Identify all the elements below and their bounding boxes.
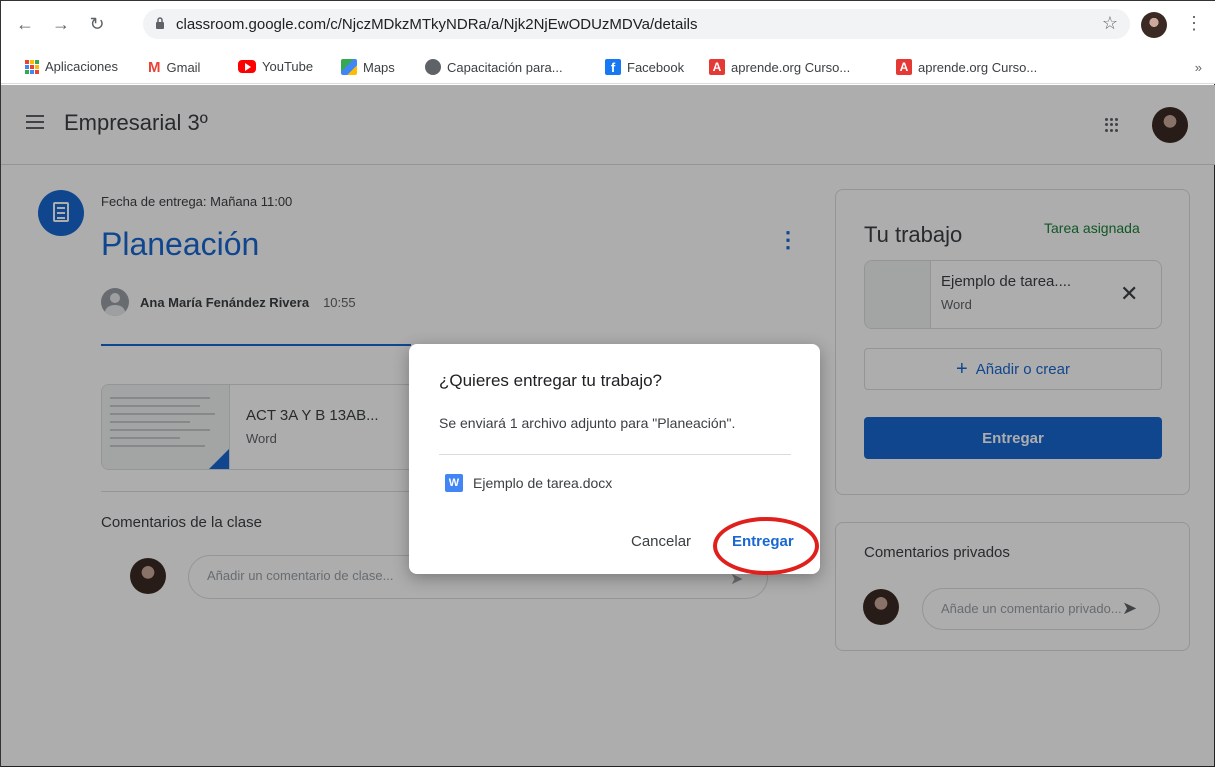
lock-icon (156, 17, 164, 29)
back-icon[interactable]: ← (13, 14, 37, 35)
forward-icon[interactable]: → (49, 14, 73, 35)
dialog-file[interactable]: W Ejemplo de tarea.docx (445, 474, 612, 492)
word-doc-icon: W (445, 474, 463, 492)
facebook-icon: f (605, 59, 621, 75)
bookmark-label: Maps (363, 59, 395, 75)
browser-toolbar: ← → ↻ classroom.google.com/c/NjczMDkzMTk… (1, 1, 1215, 51)
bookmark-label: aprende.org Curso... (918, 59, 1038, 75)
bookmark-aprende-2[interactable]: A aprende.org Curso... (896, 59, 1037, 75)
bookmark-maps[interactable]: Maps (341, 59, 395, 75)
bookmarks-bar: Aplicaciones M Gmail YouTube Maps Capaci… (1, 51, 1215, 84)
bookmark-aprende-1[interactable]: A aprende.org Curso... (709, 59, 850, 75)
highlight-circle (713, 517, 819, 575)
bookmark-facebook[interactable]: f Facebook (605, 59, 684, 75)
bookmark-label: aprende.org Curso... (731, 59, 851, 75)
bookmarks-overflow-icon[interactable]: » (1195, 60, 1202, 75)
bookmark-youtube[interactable]: YouTube (238, 59, 313, 74)
bookmark-capacitacion[interactable]: Capacitación para... (425, 59, 563, 75)
bookmark-label: Facebook (627, 59, 685, 75)
bookmark-star-icon[interactable]: ☆ (1102, 13, 1118, 34)
bookmark-label: Aplicaciones (45, 59, 118, 74)
apps-grid-icon (25, 59, 39, 74)
maps-icon (341, 59, 357, 75)
bookmark-gmail[interactable]: M Gmail (148, 59, 200, 76)
url-text: classroom.google.com/c/NjczMDkzMTkyNDRa/… (176, 16, 698, 33)
bookmark-label: YouTube (262, 59, 314, 74)
browser-menu-icon[interactable]: ⋮ (1185, 13, 1203, 34)
aprende-icon: A (896, 59, 912, 75)
divider (439, 454, 791, 455)
bookmark-label: Gmail (166, 60, 201, 75)
dialog-title: ¿Quieres entregar tu trabajo? (439, 371, 663, 390)
cancel-button[interactable]: Cancelar (631, 533, 691, 550)
address-bar[interactable]: classroom.google.com/c/NjczMDkzMTkyNDRa/… (143, 9, 1130, 39)
dialog-file-name: Ejemplo de tarea.docx (473, 475, 613, 491)
youtube-icon (238, 60, 256, 73)
browser-profile-avatar[interactable] (1141, 12, 1167, 38)
dialog-message: Se enviará 1 archivo adjunto para "Plane… (439, 415, 736, 431)
bookmark-label: Capacitación para... (447, 59, 563, 75)
bookmark-apps[interactable]: Aplicaciones (25, 59, 118, 74)
aprende-icon: A (709, 59, 725, 75)
gmail-icon: M (148, 59, 161, 76)
reload-icon[interactable]: ↻ (85, 14, 109, 35)
globe-icon (425, 59, 441, 75)
